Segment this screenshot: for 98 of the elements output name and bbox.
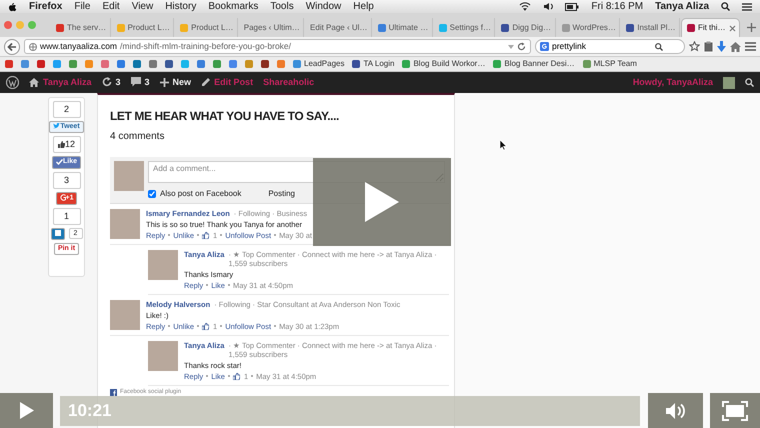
share-count: 2 (52, 101, 80, 118)
address-field[interactable]: www.tanyaaliza.com /mind-shift-mlm-training-before-you-go-broke/ (24, 39, 531, 54)
comments-link[interactable]: 3 (130, 77, 150, 88)
bookmark-item[interactable]: MLSP Team (582, 59, 637, 69)
section-heading: LET ME HEAR WHAT YOU HAVE TO SAY.... (110, 109, 340, 124)
thumbs-up-icon (202, 232, 210, 239)
menu-icon[interactable] (745, 42, 756, 51)
new-link[interactable]: New (160, 77, 192, 88)
bookmark-favicon-icon (493, 60, 502, 68)
photo-placeholder (110, 208, 140, 239)
menu-item[interactable]: Tools (270, 0, 294, 12)
menu-item[interactable]: View (132, 0, 154, 12)
play-icon (20, 402, 34, 419)
mouse-cursor-icon (500, 140, 507, 150)
g-mark-icon (60, 194, 66, 201)
speech-bubble-icon (130, 77, 141, 88)
download-arrow-icon[interactable] (717, 41, 726, 52)
updates-link[interactable]: 3 (102, 77, 121, 88)
volume-icon[interactable] (543, 2, 554, 11)
search-icon[interactable] (721, 2, 730, 11)
share-count: 3 (52, 172, 80, 189)
dropdown-caret-icon[interactable] (508, 44, 514, 48)
search-input[interactable]: prettylink (552, 41, 652, 52)
favicon-icon (116, 24, 125, 32)
wifi-icon[interactable] (519, 2, 532, 11)
star-icon[interactable] (689, 41, 700, 52)
fullscreen-icon (722, 400, 748, 420)
bookmark-favicon-icon (582, 60, 591, 68)
close-button[interactable] (4, 21, 12, 29)
favicon-icon (626, 24, 634, 32)
play-button[interactable] (0, 393, 53, 428)
app-menu[interactable]: Firefox (29, 0, 62, 12)
plus-icon (160, 78, 169, 87)
url-path: /mind-shift-mlm-training-before-you-go-broke/ (120, 41, 292, 52)
bookmark-favicon-icon (402, 60, 410, 68)
checkbox-label: Also post on Facebook (160, 189, 242, 199)
bookmark-item[interactable]: Blog Build Workor… (402, 59, 486, 69)
avatar-placeholder (723, 76, 735, 88)
pencil-icon (201, 78, 210, 87)
apple-icon[interactable] (8, 2, 17, 12)
plus-icon[interactable] (747, 23, 756, 32)
check-icon (56, 158, 63, 165)
menu-item[interactable]: Edit (102, 0, 120, 12)
thumbs-up-icon (202, 322, 210, 330)
bookmark-item[interactable]: LeadPages (293, 59, 344, 69)
close-icon[interactable] (728, 24, 736, 32)
wordpress-logo-icon[interactable] (6, 76, 19, 89)
speaker-icon (664, 402, 686, 420)
bookmark-item[interactable]: Blog Banner Desi… (493, 59, 575, 69)
share-count: 12 (52, 136, 80, 154)
globe-icon (29, 42, 37, 50)
facebook-icon (110, 388, 117, 396)
favicon-icon (562, 24, 570, 32)
menu-item[interactable]: Bookmarks (208, 0, 258, 12)
menu-item[interactable]: File (74, 0, 90, 12)
thumbs-up-icon (58, 141, 65, 148)
photo-placeholder (110, 300, 140, 330)
video-time: 10:21 (68, 400, 112, 422)
checkbox[interactable] (148, 190, 156, 198)
favicon-icon (180, 24, 188, 32)
menu-item[interactable]: Help (353, 0, 374, 12)
search-bar[interactable]: prettylink (535, 39, 685, 54)
favicon-icon (378, 24, 386, 32)
volume-button[interactable] (648, 393, 703, 428)
fullscreen-button[interactable] (710, 393, 760, 428)
list-icon[interactable] (742, 2, 752, 10)
menu-item[interactable]: History (165, 0, 196, 12)
bookmark-favicon-icon (293, 60, 301, 68)
reload-icon[interactable] (517, 42, 526, 51)
battery-icon[interactable] (565, 2, 580, 10)
favicon-icon (438, 24, 447, 32)
thumbs-up-icon (232, 372, 240, 380)
search-icon[interactable] (655, 42, 663, 50)
posting-as-text: Posting (268, 189, 295, 199)
photo-placeholder (114, 161, 144, 192)
photo-placeholder (148, 340, 178, 371)
favicon-icon (686, 24, 695, 32)
play-button[interactable] (313, 158, 451, 246)
comment-count: 4 comments (110, 131, 166, 144)
refresh-icon (102, 77, 112, 88)
home-icon (29, 78, 39, 87)
photo-placeholder (148, 250, 178, 280)
menu-item[interactable]: Window (306, 0, 342, 12)
google-logo-icon (540, 42, 549, 51)
bird-icon (53, 123, 60, 130)
favicon-icon (501, 24, 510, 32)
menu-user[interactable]: Tanya Aliza (655, 0, 709, 12)
favicon-icon (56, 24, 64, 32)
play-icon (365, 182, 399, 222)
linkedin-button[interactable] (50, 228, 64, 240)
clipboard-icon[interactable] (704, 41, 713, 52)
home-icon[interactable] (730, 42, 741, 52)
bookmark-item[interactable]: TA Login (352, 59, 394, 69)
browser-tab[interactable]: Fit thi… (680, 18, 740, 37)
bookmark-favicon-icon (352, 60, 360, 68)
menu-clock[interactable]: Fri 8:16 PM (591, 0, 644, 12)
url-host: www.tanyaaliza.com (40, 41, 118, 52)
share-count: 1 (52, 208, 80, 225)
